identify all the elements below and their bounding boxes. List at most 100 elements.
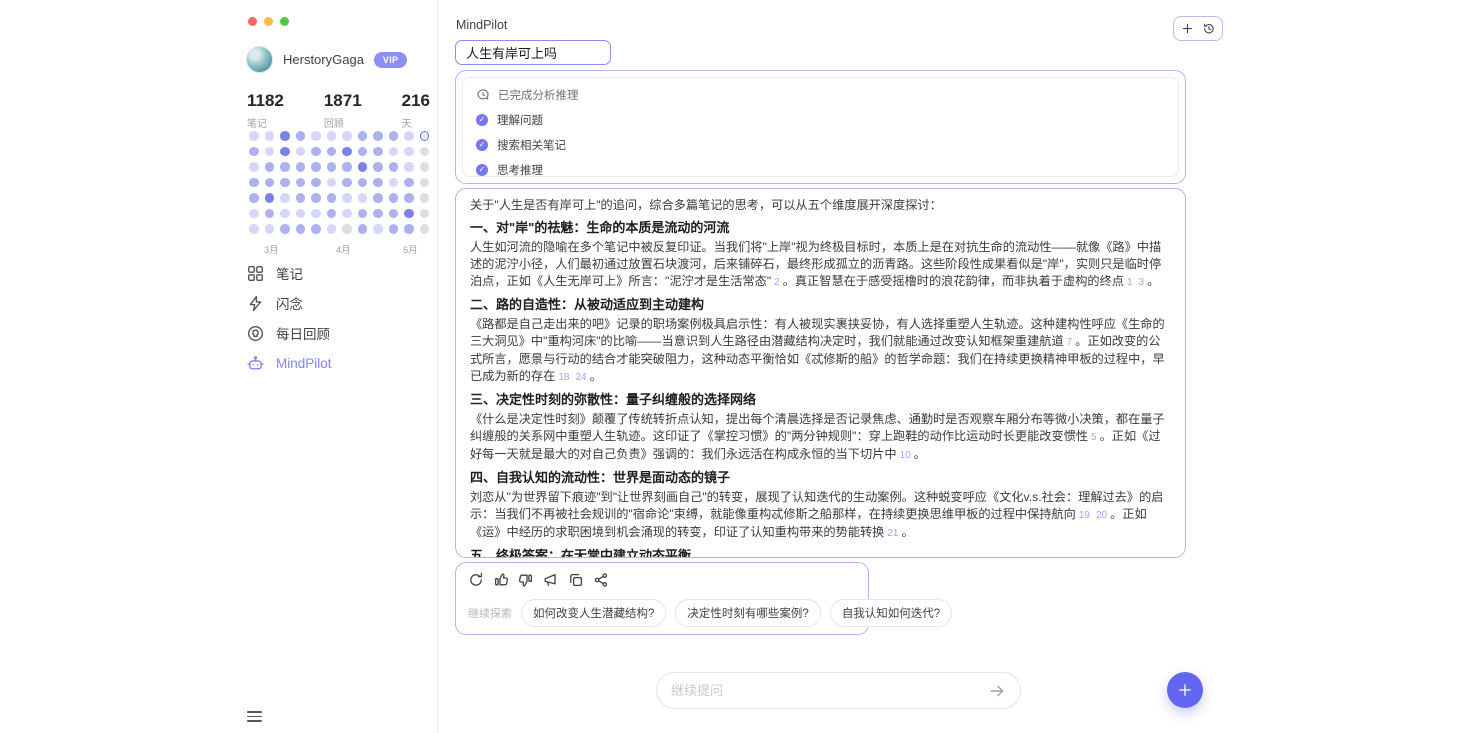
thumbs-up-button[interactable]: [493, 572, 509, 588]
user-profile[interactable]: HerstoryGaga VIP: [246, 46, 407, 73]
citation-link[interactable]: 19: [1079, 510, 1090, 521]
heatmap-dot[interactable]: [327, 178, 337, 188]
heatmap-dot[interactable]: [249, 224, 259, 234]
heatmap-dot[interactable]: [373, 209, 383, 219]
heatmap-dot[interactable]: [404, 209, 414, 219]
reasoning-header[interactable]: 已完成分析推理: [476, 87, 1165, 103]
suggestion-pill[interactable]: 自我认知如何迭代?: [830, 599, 952, 627]
heatmap-dot[interactable]: [280, 178, 290, 188]
sidebar-item-daily-review[interactable]: 每日回顾: [247, 324, 332, 342]
heatmap-dot[interactable]: [296, 147, 306, 157]
heatmap-dot[interactable]: [373, 131, 383, 141]
zoom-window-button[interactable]: [280, 17, 289, 26]
heatmap-dot[interactable]: [342, 209, 352, 219]
heatmap-dot[interactable]: [420, 224, 430, 234]
heatmap-dot[interactable]: [280, 224, 290, 234]
heatmap-dot[interactable]: [389, 131, 399, 141]
citation-link[interactable]: 7: [1067, 337, 1073, 348]
suggestion-pill[interactable]: 决定性时刻有哪些案例?: [675, 599, 820, 627]
heatmap-dot[interactable]: [265, 147, 275, 157]
heatmap-dot[interactable]: [249, 193, 259, 203]
heatmap-dot[interactable]: [358, 178, 368, 188]
heatmap-dot[interactable]: [280, 209, 290, 219]
heatmap-dot[interactable]: [296, 131, 306, 141]
heatmap-dot[interactable]: [280, 162, 290, 172]
minimize-window-button[interactable]: [264, 17, 273, 26]
sidebar-item-notes[interactable]: 笔记: [247, 264, 332, 282]
heatmap-dot[interactable]: [404, 193, 414, 203]
heatmap-dot[interactable]: [342, 178, 352, 188]
heatmap-dot[interactable]: [342, 131, 352, 141]
heatmap-dot[interactable]: [404, 178, 414, 188]
heatmap-dot[interactable]: [389, 193, 399, 203]
heatmap-dot[interactable]: [420, 131, 430, 141]
citation-link[interactable]: 3: [1139, 277, 1145, 288]
heatmap-dot[interactable]: [327, 147, 337, 157]
heatmap-dot[interactable]: [249, 178, 259, 188]
heatmap-dot[interactable]: [404, 224, 414, 234]
heatmap-dot[interactable]: [280, 193, 290, 203]
composer-input[interactable]: [671, 683, 988, 698]
heatmap-dot[interactable]: [389, 224, 399, 234]
sidebar-item-flash-ideas[interactable]: 闪念: [247, 294, 332, 312]
heatmap-dot[interactable]: [249, 131, 259, 141]
avatar[interactable]: [246, 46, 273, 73]
heatmap-dot[interactable]: [327, 193, 337, 203]
heatmap-dot[interactable]: [358, 147, 368, 157]
heatmap-dot[interactable]: [311, 131, 321, 141]
send-button[interactable]: [988, 682, 1006, 700]
report-button[interactable]: [543, 572, 559, 588]
history-button[interactable]: [1202, 22, 1215, 35]
heatmap-dot[interactable]: [265, 209, 275, 219]
citation-link[interactable]: 18: [558, 372, 569, 383]
heatmap-dot[interactable]: [373, 178, 383, 188]
heatmap-dot[interactable]: [389, 178, 399, 188]
heatmap-dot[interactable]: [342, 162, 352, 172]
heatmap-dot[interactable]: [420, 209, 430, 219]
heatmap-dot[interactable]: [358, 193, 368, 203]
heatmap-dot[interactable]: [389, 147, 399, 157]
suggestion-pill[interactable]: 如何改变人生潜藏结构?: [521, 599, 666, 627]
heatmap-dot[interactable]: [249, 162, 259, 172]
thumbs-down-button[interactable]: [518, 572, 534, 588]
citation-link[interactable]: 24: [575, 372, 586, 383]
heatmap-dot[interactable]: [373, 147, 383, 157]
heatmap-dot[interactable]: [404, 131, 414, 141]
heatmap-dot[interactable]: [358, 224, 368, 234]
heatmap-dot[interactable]: [265, 224, 275, 234]
heatmap-dot[interactable]: [265, 193, 275, 203]
heatmap-dot[interactable]: [358, 209, 368, 219]
refresh-button[interactable]: [468, 572, 484, 588]
heatmap-dot[interactable]: [342, 147, 352, 157]
heatmap-dot[interactable]: [296, 209, 306, 219]
heatmap-dot[interactable]: [296, 224, 306, 234]
new-note-fab[interactable]: [1167, 672, 1203, 708]
heatmap-dot[interactable]: [373, 162, 383, 172]
heatmap-dot[interactable]: [249, 147, 259, 157]
heatmap-dot[interactable]: [327, 209, 337, 219]
heatmap-dot[interactable]: [342, 193, 352, 203]
heatmap-dot[interactable]: [265, 131, 275, 141]
heatmap-dot[interactable]: [420, 193, 430, 203]
heatmap-dot[interactable]: [358, 162, 368, 172]
heatmap-dot[interactable]: [327, 224, 337, 234]
citation-link[interactable]: 21: [887, 528, 898, 539]
citation-link[interactable]: 10: [900, 450, 911, 461]
heatmap-dot[interactable]: [389, 209, 399, 219]
heatmap-dot[interactable]: [404, 147, 414, 157]
heatmap-dot[interactable]: [296, 162, 306, 172]
heatmap-dot[interactable]: [311, 178, 321, 188]
heatmap-dot[interactable]: [342, 224, 352, 234]
heatmap-dot[interactable]: [311, 209, 321, 219]
citation-link[interactable]: 1: [1127, 277, 1133, 288]
heatmap-dot[interactable]: [296, 178, 306, 188]
heatmap-dot[interactable]: [327, 131, 337, 141]
citation-link[interactable]: 2: [774, 277, 780, 288]
heatmap-dot[interactable]: [265, 178, 275, 188]
heatmap-dot[interactable]: [389, 162, 399, 172]
citation-link[interactable]: 20: [1096, 510, 1107, 521]
sidebar-item-mindpilot[interactable]: MindPilot: [247, 354, 332, 372]
heatmap-dot[interactable]: [280, 147, 290, 157]
heatmap-dot[interactable]: [280, 131, 290, 141]
share-button[interactable]: [593, 572, 609, 588]
